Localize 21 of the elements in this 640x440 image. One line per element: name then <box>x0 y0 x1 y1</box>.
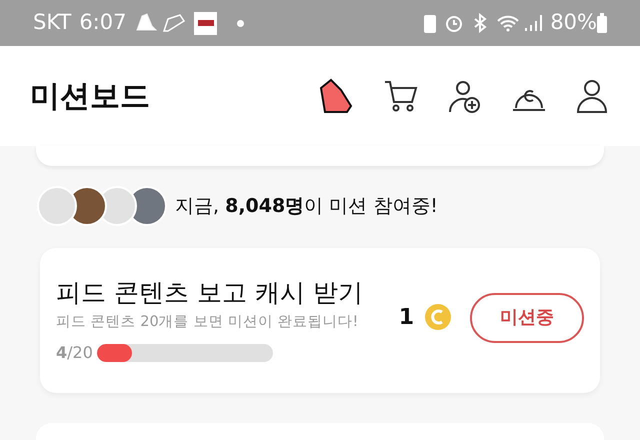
mission-status-button[interactable]: 미션중 <box>470 292 584 342</box>
cart-icon[interactable] <box>383 78 419 114</box>
progress-count: 4/20 <box>56 342 93 364</box>
alarm-icon <box>444 13 464 33</box>
wifi-icon <box>496 13 520 33</box>
battery-icon <box>597 13 607 33</box>
clock-time: 6:07 <box>79 9 126 36</box>
battery-percent: 80% <box>550 9 597 36</box>
bluetooth-icon <box>472 13 488 33</box>
signal-icon <box>524 13 542 33</box>
page-title: 미션보드 <box>30 78 151 116</box>
mission-description: 피드 콘텐츠 20개를 보면 미션이 완료됩니다! <box>56 312 360 332</box>
reward-amount: 1 <box>398 304 414 332</box>
participants-text: 지금, 8,048명이 미션 참여중! <box>175 194 438 219</box>
carrier-label: SKT <box>33 9 72 36</box>
mission-title: 피드 콘텐츠 보고 캐시 받기 <box>56 276 364 309</box>
avatar-icon <box>37 186 77 226</box>
battery-saver-icon <box>424 13 436 33</box>
profile-icon[interactable] <box>575 78 609 114</box>
app-logo-icon <box>194 12 218 34</box>
add-friend-icon[interactable] <box>447 78 483 114</box>
